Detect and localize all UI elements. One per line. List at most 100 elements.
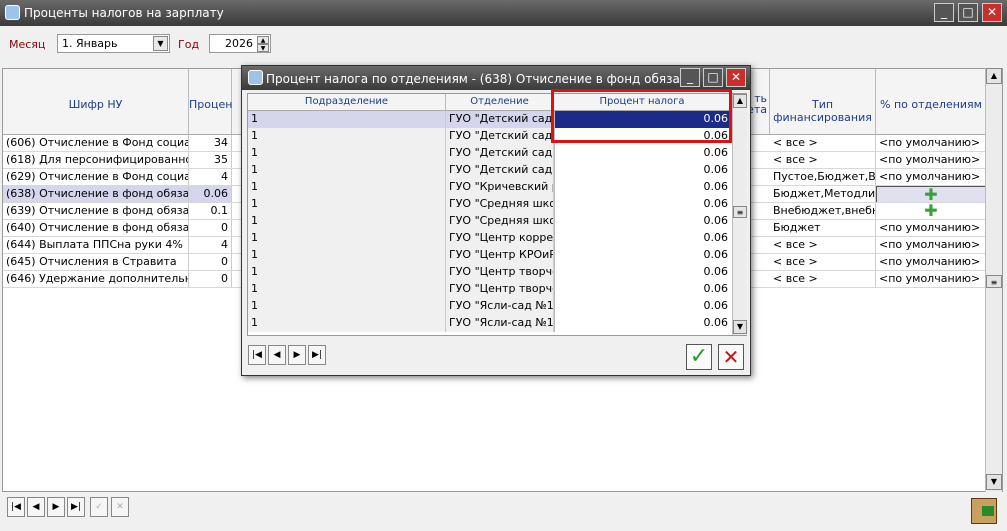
row-code-cell[interactable]: (644) Выплата ППСна руки 4% — [3, 237, 189, 253]
post-edit-icon[interactable]: ✓ — [90, 497, 108, 517]
row-dept-cell[interactable]: <по умолчанию> — [876, 152, 986, 168]
row-code-cell[interactable]: (629) Отчисление в Фонд социальн — [3, 169, 189, 185]
spin-down-icon[interactable]: ▼ — [257, 44, 269, 52]
exit-door-icon[interactable] — [971, 498, 997, 524]
row-subdivision-cell[interactable]: 1 — [248, 264, 446, 281]
close-button[interactable]: ✕ — [982, 3, 1002, 22]
last-record-button[interactable]: ▶| — [67, 497, 85, 517]
column-header-percent[interactable]: Процен... — [189, 69, 243, 135]
row-department-cell[interactable]: ГУО "Детский сад № — [446, 145, 554, 162]
row-tax-percent-cell[interactable]: 0.06 — [554, 298, 731, 315]
row-subdivision-cell[interactable]: 1 — [248, 247, 446, 264]
row-tax-percent-cell[interactable]: 0.06 — [554, 196, 731, 213]
row-percent-cell[interactable]: 0 — [189, 271, 232, 287]
dialog-minimize-button[interactable]: _ — [680, 68, 700, 87]
row-subdivision-cell[interactable]: 1 — [248, 179, 446, 196]
scroll-up-icon[interactable]: ▲ — [986, 68, 1002, 84]
maximize-button[interactable]: □ — [958, 3, 978, 22]
scroll-thumb[interactable]: ≡ — [733, 206, 747, 218]
row-tax-percent-cell[interactable]: 0.06 — [554, 281, 731, 298]
column-header-financing[interactable]: Тип финансирования — [770, 69, 876, 135]
row-dept-cell[interactable]: <по умолчанию> — [876, 271, 986, 287]
row-dept-cell[interactable]: <по умолчанию> — [876, 169, 986, 185]
row-percent-cell[interactable]: 0.1 — [189, 203, 232, 219]
row-financing-cell[interactable]: < все > — [770, 135, 876, 151]
row-tax-percent-cell[interactable]: 0.06 — [554, 145, 731, 162]
table-row[interactable]: 1ГУО "Центр коррекц0.06 — [248, 230, 731, 247]
first-record-button[interactable]: |◀ — [7, 497, 25, 517]
scroll-down-icon[interactable]: ▼ — [986, 474, 1002, 490]
row-tax-percent-cell[interactable]: 0.06 — [554, 264, 731, 281]
scroll-thumb[interactable]: ≡ — [986, 275, 1002, 288]
table-row[interactable]: 1ГУО "Детский сад №0.06 — [248, 145, 731, 162]
row-code-cell[interactable]: (646) Удержание дополнительного — [3, 271, 189, 287]
cancel-edit-icon[interactable]: ✕ — [111, 497, 129, 517]
check-icon[interactable]: ✓ — [686, 344, 712, 370]
spin-up-icon[interactable]: ▲ — [257, 36, 269, 44]
row-subdivision-cell[interactable]: 1 — [248, 315, 446, 332]
dialog-prev-record-button[interactable]: ◀ — [268, 345, 286, 365]
row-financing-cell[interactable]: Внебюджет,внебюд — [770, 203, 876, 219]
row-dept-cell[interactable]: <по умолчанию> — [876, 135, 986, 151]
row-subdivision-cell[interactable]: 1 — [248, 162, 446, 179]
column-header-code[interactable]: Шифр НУ — [3, 69, 189, 135]
row-department-cell[interactable]: ГУО "Кричевский ра — [446, 179, 554, 196]
row-subdivision-cell[interactable]: 1 — [248, 230, 446, 247]
row-tax-percent-cell[interactable]: 0.06 — [554, 162, 731, 179]
row-dept-cell[interactable]: <по умолчанию> — [876, 237, 986, 253]
row-percent-cell[interactable]: 35 — [189, 152, 232, 168]
row-code-cell[interactable]: (645) Отчисления в Стравита — [3, 254, 189, 270]
row-financing-cell[interactable]: Бюджет,Методлите — [770, 186, 876, 202]
row-dept-cell[interactable]: <по умолчанию> — [876, 220, 986, 236]
row-percent-cell[interactable]: 4 — [189, 169, 232, 185]
dialog-maximize-button[interactable]: □ — [703, 68, 723, 87]
row-subdivision-cell[interactable]: 1 — [248, 128, 446, 145]
row-department-cell[interactable]: ГУО "Центр коррекц — [446, 230, 554, 247]
row-tax-percent-cell[interactable]: 0.06 — [554, 315, 731, 332]
table-row[interactable]: 1ГУО "Средняя школа0.06 — [248, 196, 731, 213]
scroll-down-icon[interactable]: ▼ — [733, 320, 747, 334]
row-tax-percent-cell[interactable]: 0.06 — [554, 213, 731, 230]
dialog-vertical-scrollbar[interactable]: ▲ ≡ ▼ — [732, 94, 747, 335]
dialog-next-record-button[interactable]: ▶ — [288, 345, 306, 365]
row-subdivision-cell[interactable]: 1 — [248, 213, 446, 230]
row-department-cell[interactable]: ГУО "Ясли-сад №11 — [446, 298, 554, 315]
row-department-cell[interactable]: ГУО "Центр творчес — [446, 281, 554, 298]
table-row[interactable]: 1 ГУО "Центр творчес 0.06 — [248, 281, 731, 298]
row-department-cell[interactable]: ГУО "Центр творчес — [446, 264, 554, 281]
table-row[interactable]: 1 ГУО "Центр КРОиР" 0.06 — [248, 247, 731, 264]
cross-icon[interactable]: ✕ — [718, 344, 744, 370]
row-tax-percent-cell[interactable]: 0.06 — [554, 179, 731, 196]
table-row[interactable]: 1ГУО "Средняя школа0.06 — [248, 213, 731, 230]
row-department-cell[interactable]: ГУО "Ясли-сад №11 — [446, 315, 554, 332]
month-select[interactable]: 1. Январь ▼ — [57, 34, 170, 53]
row-subdivision-cell[interactable]: 1 — [248, 298, 446, 315]
main-vertical-scrollbar[interactable]: ▲ ≡ ▼ — [985, 68, 1002, 492]
prev-record-button[interactable]: ◀ — [27, 497, 45, 517]
row-code-cell[interactable]: (606) Отчисление в Фонд социальн — [3, 135, 189, 151]
plus-icon[interactable]: ✚ — [876, 186, 986, 202]
row-code-cell[interactable]: (640) Отчисление в фонд обязатель — [3, 220, 189, 236]
row-financing-cell[interactable]: < все > — [770, 271, 876, 287]
row-percent-cell[interactable]: 0 — [189, 254, 232, 270]
row-department-cell[interactable]: ГУО "Детский сад № — [446, 128, 554, 145]
row-financing-cell[interactable]: < все > — [770, 237, 876, 253]
row-percent-cell[interactable]: 34 — [189, 135, 232, 151]
row-subdivision-cell[interactable]: 1 — [248, 196, 446, 213]
table-row[interactable]: 1ГУО "Детский сад №0.06 — [248, 162, 731, 179]
row-department-cell[interactable]: ГУО "Детский сад № — [446, 111, 554, 128]
column-header-by-dept[interactable]: % по отделениям — [876, 69, 986, 135]
dialog-last-record-button[interactable]: ▶| — [308, 345, 326, 365]
row-department-cell[interactable]: ГУО "Средняя школа — [446, 196, 554, 213]
minimize-button[interactable]: _ — [934, 3, 954, 22]
year-stepper[interactable]: 2026 ▲ ▼ — [209, 34, 271, 53]
table-row[interactable]: 1 ГУО "Кричевский ра 0.06 — [248, 179, 731, 196]
row-department-cell[interactable]: ГУО "Детский сад № — [446, 162, 554, 179]
column-header-department[interactable]: Отделение — [446, 94, 554, 111]
row-subdivision-cell[interactable]: 1 — [248, 145, 446, 162]
row-department-cell[interactable]: ГУО "Средняя школа — [446, 213, 554, 230]
next-record-button[interactable]: ▶ — [47, 497, 65, 517]
column-header-subdivision[interactable]: Подразделение — [248, 94, 446, 111]
row-subdivision-cell[interactable]: 1 — [248, 111, 446, 128]
row-department-cell[interactable]: ГУО "Центр КРОиР" — [446, 247, 554, 264]
